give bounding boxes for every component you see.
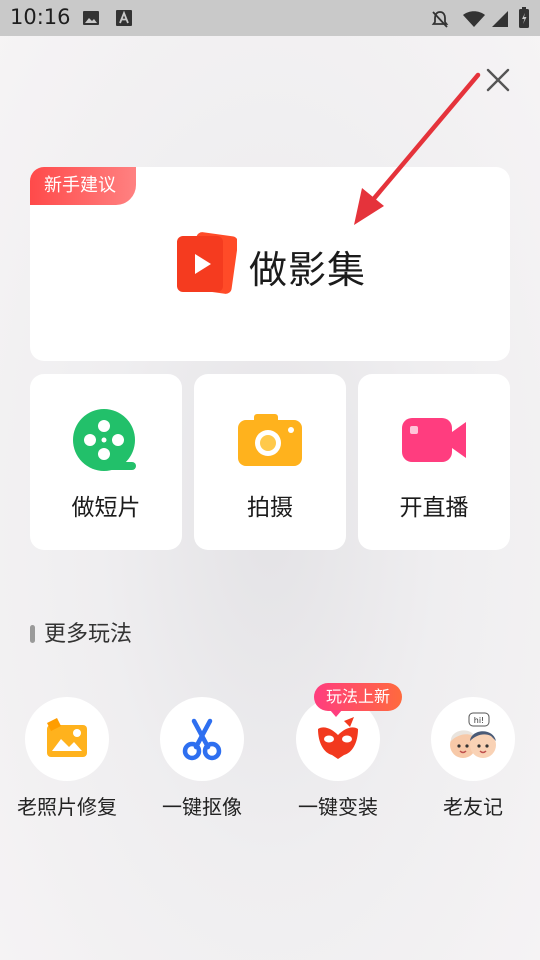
make-album-card[interactable]: 新手建议 做影集 <box>30 167 510 361</box>
one-click-dressup-label: 一键变装 <box>298 795 378 819</box>
status-time: 10:16 <box>10 5 71 29</box>
film-reel-icon <box>73 409 136 471</box>
text-a-icon <box>116 10 132 26</box>
old-friends-label: 老友记 <box>443 795 503 819</box>
video-play-icon <box>177 232 237 294</box>
close-button[interactable] <box>478 60 518 100</box>
hi-bubble-text: hi! <box>474 716 485 725</box>
wifi-icon <box>463 11 485 27</box>
shoot-label: 拍摄 <box>247 495 293 521</box>
photo-repair-icon <box>47 718 87 757</box>
new-user-suggestion-badge: 新手建议 <box>30 167 136 205</box>
bell-off-icon <box>431 11 449 28</box>
shoot-card[interactable]: 拍摄 <box>194 374 346 550</box>
section-bar <box>30 625 35 643</box>
status-bar: 10:16 <box>0 0 540 36</box>
one-click-cutout-tool[interactable]: 一键抠像 <box>142 697 262 820</box>
scissors-icon <box>182 718 222 761</box>
close-icon <box>486 68 510 92</box>
go-live-card[interactable]: 开直播 <box>358 374 510 550</box>
make-album-title: 做影集 <box>249 248 367 292</box>
camera-icon <box>238 414 302 466</box>
image-icon <box>83 11 99 25</box>
battery-icon <box>519 7 529 28</box>
friends-faces-icon: hi! <box>450 712 496 758</box>
old-photo-repair-tool[interactable]: 老照片修复 <box>7 697 127 820</box>
make-short-video-label: 做短片 <box>71 495 141 521</box>
old-friends-tool[interactable]: hi! 老友记 <box>413 697 533 820</box>
make-short-video-card[interactable]: 做短片 <box>30 374 182 550</box>
go-live-label: 开直播 <box>399 495 469 521</box>
one-click-cutout-label: 一键抠像 <box>162 795 242 819</box>
video-camera-icon <box>402 418 466 462</box>
signal-icon <box>492 11 508 27</box>
more-features-heading: 更多玩法 <box>30 616 132 648</box>
new-play-tag: 玩法上新 <box>314 683 403 717</box>
old-photo-repair-label: 老照片修复 <box>17 795 117 819</box>
mask-icon <box>318 717 358 759</box>
